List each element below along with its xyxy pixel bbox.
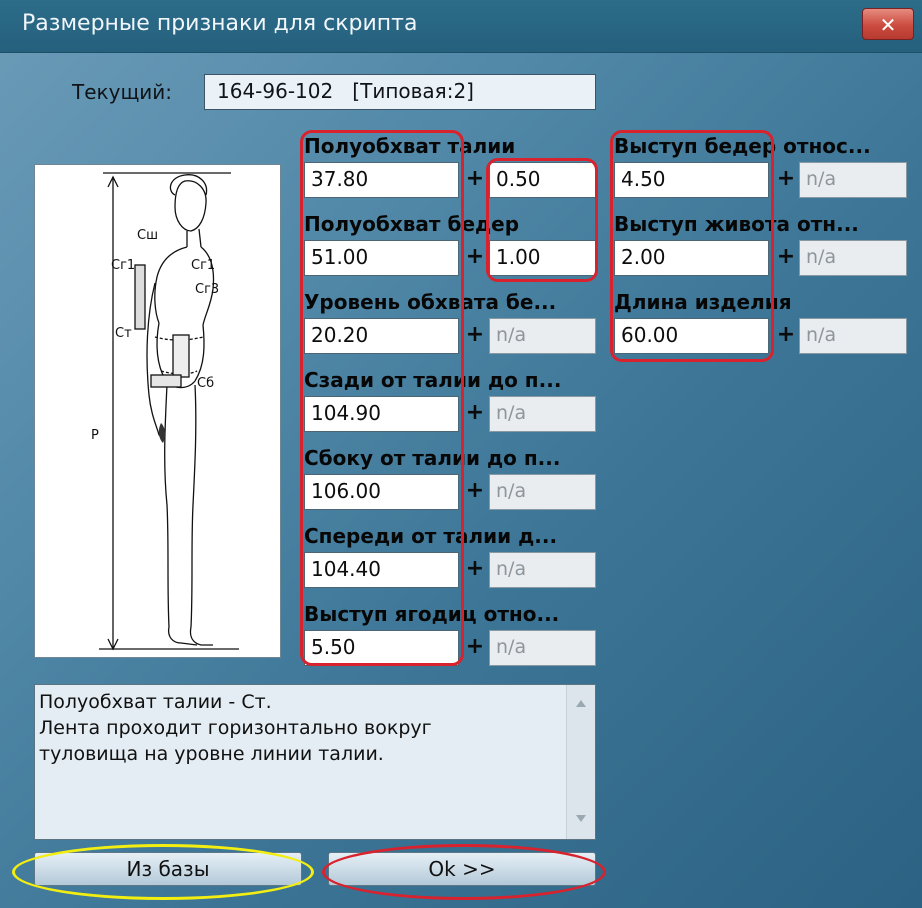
field-label-waist-half: Полуобхват талии (304, 134, 516, 158)
scroll-down-arrow-icon[interactable] (576, 815, 586, 822)
label-ct: Ст (115, 326, 132, 341)
back-waist-input[interactable]: 104.90 (304, 396, 459, 432)
back-waist-allowance-field: n/a (489, 396, 596, 432)
buttock-protrusion-allowance-field: n/a (489, 630, 596, 666)
label-csh: Сш (137, 228, 158, 243)
hip-half-input[interactable]: 51.00 (304, 240, 459, 276)
hip-level-allowance-field: n/a (489, 318, 596, 354)
title-bar[interactable]: Размерные признаки для скрипта ✕ (0, 0, 922, 53)
hip-level-input[interactable]: 20.20 (304, 318, 459, 354)
hip-protrusion-input[interactable]: 4.50 (614, 162, 769, 198)
field-label-belly-protrusion: Выступ живота отн... (614, 212, 859, 236)
label-p: Р (91, 428, 99, 443)
window-title: Размерные признаки для скрипта (22, 11, 418, 36)
plus-sign: + (776, 322, 796, 347)
garment-length-input[interactable]: 60.00 (614, 318, 769, 354)
belly-protrusion-input[interactable]: 2.00 (614, 240, 769, 276)
plus-sign: + (465, 244, 485, 269)
field-label-hip-level: Уровень обхвата бе... (304, 290, 557, 314)
description-text: Полуобхват талии - Ст. Лента проходит го… (39, 691, 432, 765)
label-cb: Сб (197, 376, 214, 391)
belly-protrusion-allowance-field: n/a (799, 240, 907, 276)
plus-sign: + (465, 634, 485, 659)
plus-sign: + (465, 166, 485, 191)
plus-sign: + (465, 478, 485, 503)
waist-half-input[interactable]: 37.80 (304, 162, 459, 198)
body-figure-drawing: Сш Сг1 Сг1 Сг3 Ст Сб Р (91, 172, 239, 651)
hip-half-allowance-input[interactable]: 1.00 (489, 240, 596, 276)
field-label-buttock-protrusion: Выступ ягодиц отно... (304, 602, 560, 626)
description-textbox[interactable]: Полуобхват талии - Ст. Лента проходит го… (34, 684, 596, 840)
field-label-back-waist: Сзади от талии до п... (304, 368, 562, 392)
garment-length-allowance-field: n/a (799, 318, 907, 354)
field-label-hip-protrusion: Выступ бедер относ... (614, 134, 871, 158)
side-waist-input[interactable]: 106.00 (304, 474, 459, 510)
ok-button[interactable]: Ok >> (328, 852, 596, 886)
buttock-protrusion-input[interactable]: 5.50 (304, 630, 459, 666)
current-label: Текущий: (72, 80, 173, 104)
field-label-hip-half: Полуобхват бедер (304, 212, 520, 236)
field-label-side-waist: Сбоку от талии до п... (304, 446, 561, 470)
plus-sign: + (465, 556, 485, 581)
scrollbar-arrows (576, 700, 586, 822)
front-waist-input[interactable]: 104.40 (304, 552, 459, 588)
plus-sign: + (776, 166, 796, 191)
from-database-button[interactable]: Из базы (34, 852, 302, 886)
dialog-window: Размерные признаки для скрипта ✕ Текущий… (0, 0, 922, 908)
plus-sign: + (465, 322, 485, 347)
plus-sign: + (465, 400, 485, 425)
front-waist-allowance-field: n/a (489, 552, 596, 588)
body-figure-image: Сш Сг1 Сг1 Сг3 Ст Сб Р (34, 164, 281, 658)
label-cg3: Сг3 (195, 282, 219, 297)
description-scrollbar[interactable] (566, 685, 595, 839)
scroll-up-arrow-icon[interactable] (576, 700, 586, 707)
field-label-garment-length: Длина изделия (614, 290, 792, 314)
label-cg1-right: Сг1 (191, 258, 215, 273)
label-cg1-left: Сг1 (111, 258, 135, 273)
waist-half-allowance-input[interactable]: 0.50 (489, 162, 596, 198)
hip-protrusion-allowance-field: n/a (799, 162, 907, 198)
plus-sign: + (776, 244, 796, 269)
current-value-field: 164-96-102 [Типовая:2] (204, 74, 596, 110)
close-button[interactable]: ✕ (862, 8, 914, 40)
side-waist-allowance-field: n/a (489, 474, 596, 510)
field-label-front-waist: Спереди от талии д... (304, 524, 558, 548)
